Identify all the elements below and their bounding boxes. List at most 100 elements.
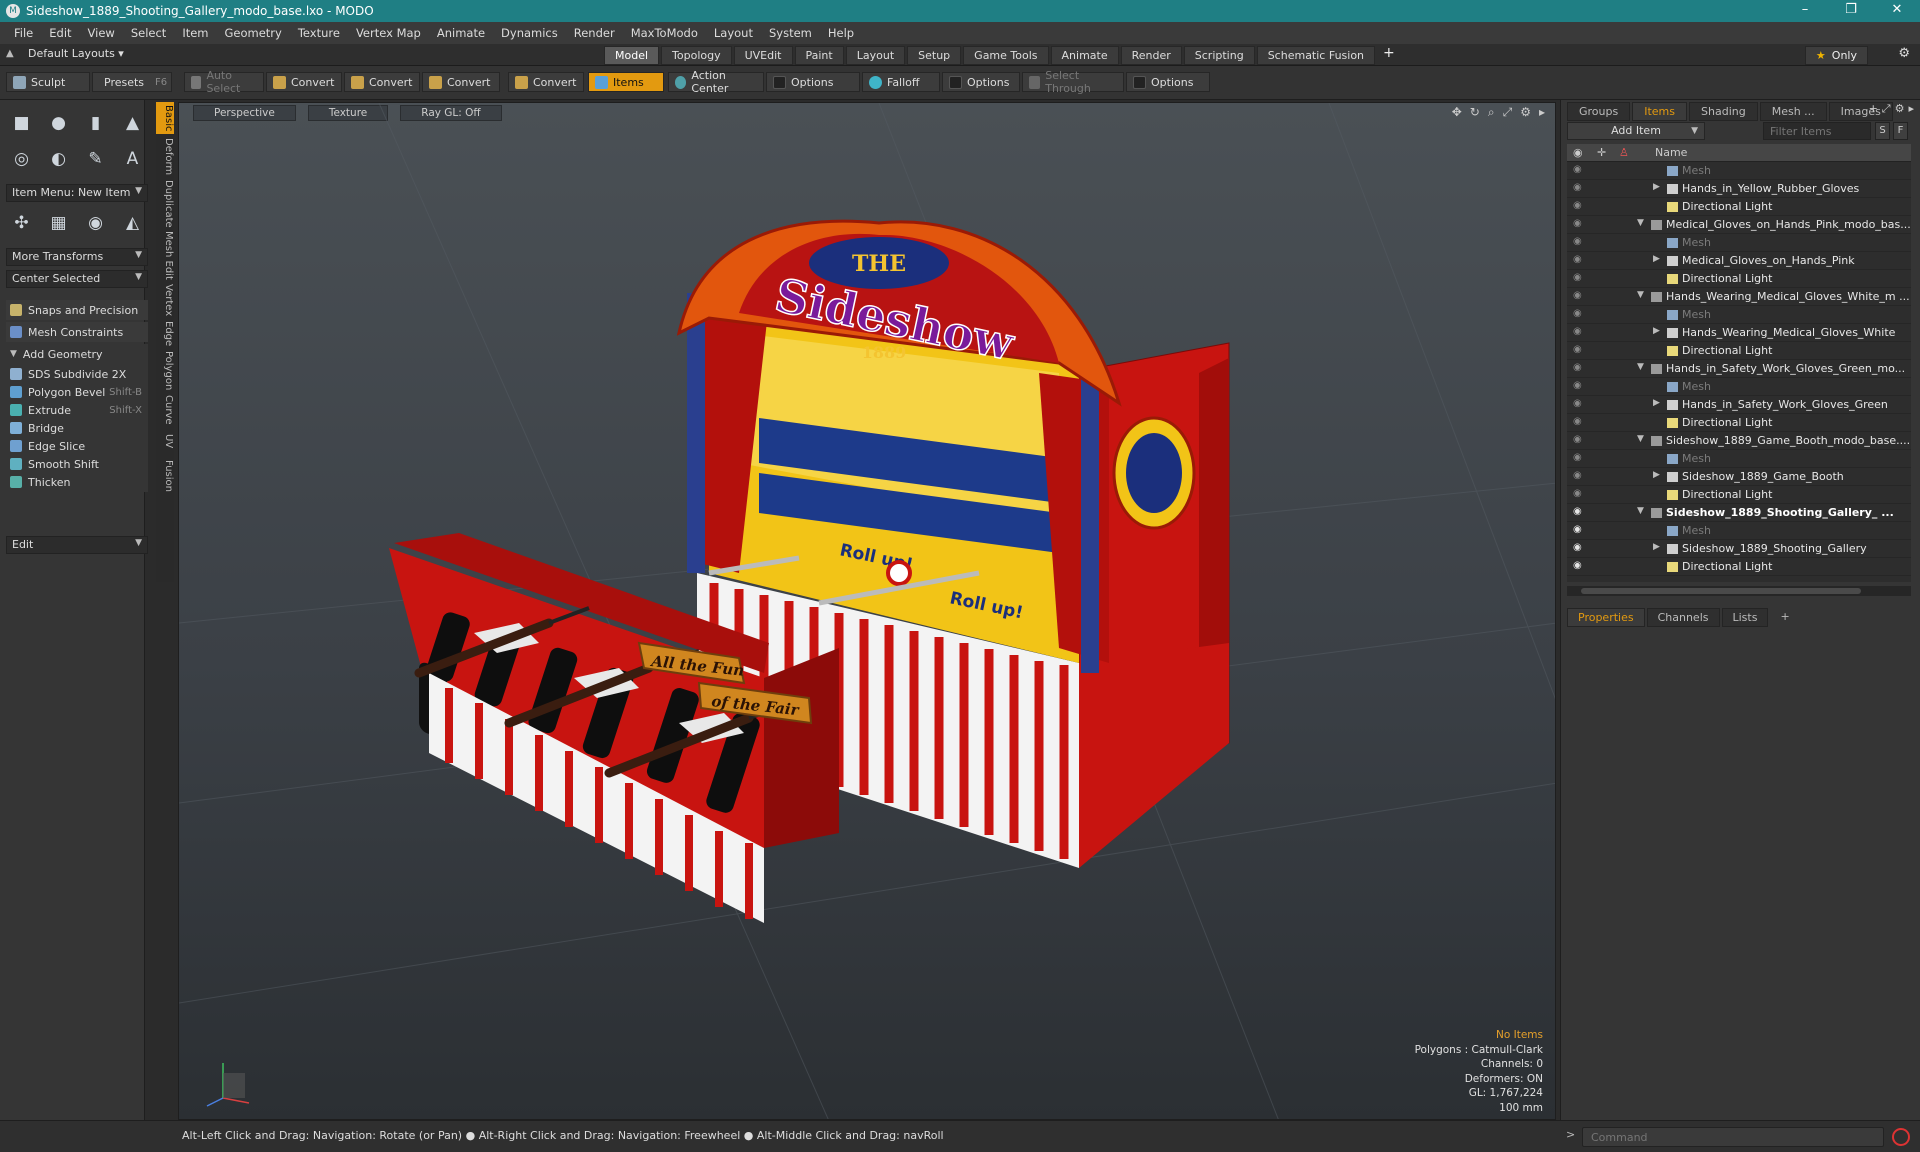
- edit-dropdown[interactable]: Edit ▼: [6, 536, 148, 554]
- convert-edges-button[interactable]: Convert: [344, 72, 420, 92]
- item-row[interactable]: ◉ Directional Light: [1567, 270, 1911, 288]
- visibility-eye-icon[interactable]: ◉: [1573, 543, 1585, 553]
- vtab-fusion[interactable]: Fusion: [156, 456, 174, 496]
- item-row[interactable]: ◉ Directional Light: [1567, 558, 1911, 576]
- item-row[interactable]: ◉ Mesh: [1567, 162, 1911, 180]
- menu-geometry[interactable]: Geometry: [217, 26, 290, 40]
- visibility-eye-icon[interactable]: ◉: [1573, 183, 1585, 193]
- convert-items-button[interactable]: Convert: [508, 72, 584, 92]
- tab-channels[interactable]: Channels: [1646, 608, 1720, 627]
- tab-model[interactable]: Model: [604, 46, 660, 65]
- cylinder-icon[interactable]: ▮: [80, 108, 111, 138]
- vtab-curve[interactable]: Curve: [156, 394, 174, 426]
- menu-render[interactable]: Render: [566, 26, 623, 40]
- visibility-eye-icon[interactable]: ◉: [1573, 165, 1585, 175]
- add-tab-icon[interactable]: +: [1869, 102, 1878, 116]
- expand-arrow-icon[interactable]: ▶: [1653, 542, 1660, 552]
- vtab-basic[interactable]: Basic: [156, 102, 174, 134]
- tool-bridge[interactable]: Bridge: [6, 418, 148, 438]
- item-row[interactable]: ◉ ▶ Hands_in_Yellow_Rubber_Gloves: [1567, 180, 1911, 198]
- item-row[interactable]: ◉ Directional Light: [1567, 414, 1911, 432]
- vtab-polygon[interactable]: Polygon: [156, 350, 174, 392]
- presets-button[interactable]: Presets F6: [92, 72, 172, 92]
- options-button-1[interactable]: Options: [766, 72, 860, 92]
- menu-maxtomodo[interactable]: MaxToModo: [623, 26, 706, 40]
- visibility-eye-icon[interactable]: ◉: [1573, 417, 1585, 427]
- vtab-uv[interactable]: UV: [156, 428, 174, 454]
- tab-game-tools[interactable]: Game Tools: [963, 46, 1049, 65]
- expand-arrow-icon[interactable]: ▶: [1653, 182, 1660, 192]
- visibility-eye-icon[interactable]: ◉: [1573, 255, 1585, 265]
- tool-polygon-bevel[interactable]: Polygon Bevel Shift-B: [6, 382, 148, 402]
- item-row[interactable]: ◉ Directional Light: [1567, 486, 1911, 504]
- menu-animate[interactable]: Animate: [429, 26, 493, 40]
- torus-icon[interactable]: ◎: [6, 144, 37, 174]
- items-mode-button[interactable]: Items: [588, 72, 664, 92]
- options-button-2[interactable]: Options: [942, 72, 1020, 92]
- text-icon[interactable]: A: [117, 144, 148, 174]
- collapse-arrow-icon[interactable]: ▼: [1637, 362, 1644, 372]
- menu-item[interactable]: Item: [174, 26, 216, 40]
- tool-smooth-shift[interactable]: Smooth Shift: [6, 454, 148, 474]
- close-button[interactable]: ✕: [1874, 0, 1920, 22]
- visibility-eye-icon[interactable]: ◉: [1573, 201, 1585, 211]
- visibility-eye-icon[interactable]: ◉: [1573, 525, 1585, 535]
- maximize-panel-icon[interactable]: ⤢: [1882, 102, 1891, 116]
- menu-dynamics[interactable]: Dynamics: [493, 26, 566, 40]
- f-button[interactable]: F: [1893, 122, 1908, 140]
- visibility-eye-icon[interactable]: ◉: [1573, 327, 1585, 337]
- item-row[interactable]: ◉ ▶ Sideshow_1889_Game_Booth: [1567, 468, 1911, 486]
- 3d-viewport[interactable]: Perspective Texture Ray GL: Off ✥ ↻ ⌕ ⤢ …: [178, 102, 1556, 1120]
- transform-icon[interactable]: ✣: [6, 208, 37, 238]
- expand-arrow-icon[interactable]: ▶: [1653, 326, 1660, 336]
- add-tab-icon[interactable]: +: [1770, 608, 1799, 627]
- command-input[interactable]: [1582, 1127, 1884, 1147]
- maximize-button[interactable]: ❐: [1828, 0, 1874, 22]
- visibility-column-icon[interactable]: ◉: [1573, 146, 1583, 159]
- visibility-eye-icon[interactable]: ◉: [1573, 489, 1585, 499]
- menu-system[interactable]: System: [761, 26, 820, 40]
- item-row[interactable]: ◉ ▼ Hands_in_Safety_Work_Gloves_Green_mo..…: [1567, 360, 1911, 378]
- gear-icon[interactable]: ⚙: [1898, 46, 1910, 61]
- item-row[interactable]: ◉ ▶ Sideshow_1889_Shooting_Gallery: [1567, 540, 1911, 558]
- convert-vertices-button[interactable]: Convert: [266, 72, 342, 92]
- visibility-eye-icon[interactable]: ◉: [1573, 561, 1585, 571]
- visibility-eye-icon[interactable]: ◉: [1573, 291, 1585, 301]
- falloff-button[interactable]: Falloff: [862, 72, 940, 92]
- tab-mesh[interactable]: Mesh ...: [1759, 102, 1827, 121]
- add-tab-icon[interactable]: +: [1377, 46, 1401, 65]
- tab-properties[interactable]: Properties: [1567, 608, 1645, 627]
- record-icon[interactable]: [1892, 1128, 1910, 1146]
- visibility-eye-icon[interactable]: ◉: [1573, 363, 1585, 373]
- item-row[interactable]: ◉ Mesh: [1567, 450, 1911, 468]
- checkbox-icon[interactable]: [1133, 75, 1146, 89]
- visibility-eye-icon[interactable]: ◉: [1573, 399, 1585, 409]
- render-column-icon[interactable]: ♙: [1619, 146, 1629, 159]
- visibility-eye-icon[interactable]: ◉: [1573, 273, 1585, 283]
- menu-texture[interactable]: Texture: [290, 26, 348, 40]
- tab-uvedit[interactable]: UVEdit: [733, 46, 793, 65]
- settings-icon[interactable]: ⚙: [1895, 102, 1905, 116]
- item-row[interactable]: ◉ Directional Light: [1567, 342, 1911, 360]
- cone-icon[interactable]: ▲: [117, 108, 148, 138]
- tool-sds-subdivide-2x[interactable]: SDS Subdivide 2X: [6, 364, 148, 384]
- item-menu-dropdown[interactable]: Item Menu: New Item ▼: [6, 184, 148, 202]
- panel-menu-icon[interactable]: ▸: [1908, 102, 1914, 116]
- visibility-eye-icon[interactable]: ◉: [1573, 453, 1585, 463]
- menu-file[interactable]: File: [6, 26, 41, 40]
- item-row[interactable]: ◉ ▶ Medical_Gloves_on_Hands_Pink: [1567, 252, 1911, 270]
- horizontal-scrollbar[interactable]: [1567, 586, 1911, 596]
- vtab-mesh-edit[interactable]: Mesh Edit: [156, 230, 174, 280]
- tab-lists[interactable]: Lists: [1721, 608, 1769, 627]
- visibility-eye-icon[interactable]: ◉: [1573, 237, 1585, 247]
- only-button[interactable]: ★ Only: [1804, 46, 1868, 65]
- item-row[interactable]: ◉ Mesh: [1567, 378, 1911, 396]
- menu-help[interactable]: Help: [820, 26, 862, 40]
- more-transforms-dropdown[interactable]: More Transforms ▼: [6, 248, 148, 266]
- item-row[interactable]: ◉ ▶ Hands_in_Safety_Work_Gloves_Green: [1567, 396, 1911, 414]
- vtab-deform[interactable]: Deform: [156, 136, 174, 178]
- visibility-eye-icon[interactable]: ◉: [1573, 381, 1585, 391]
- item-row[interactable]: ◉ Mesh: [1567, 522, 1911, 540]
- tab-groups[interactable]: Groups: [1567, 102, 1631, 121]
- tab-scripting[interactable]: Scripting: [1183, 46, 1255, 65]
